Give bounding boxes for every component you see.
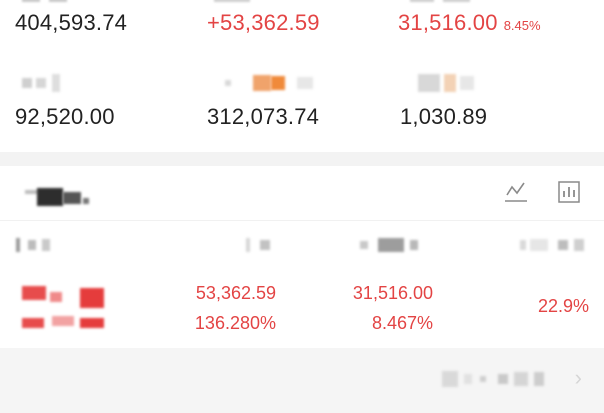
account-summary: 404,593.74 +53,362.59 31,516.00 8.45% 92,… [0, 0, 604, 152]
line-chart-icon[interactable] [503, 179, 529, 205]
market-value: 92,520.00 [15, 104, 115, 129]
holding-profit-pct: 136.280% [194, 313, 276, 333]
obscured-label [225, 74, 315, 94]
holding-value: 312,073.74 [207, 104, 320, 129]
today-profit-pct: 8.45% [503, 18, 541, 33]
available-cash-value: 1,030.89 [400, 104, 488, 129]
obscured-column-header [246, 236, 282, 252]
obscured-label [22, 0, 82, 2]
section-divider [0, 152, 604, 166]
obscured-label [418, 74, 498, 94]
chevron-right-icon[interactable]: › [575, 365, 582, 391]
obscured-label [214, 0, 250, 2]
holding-today-pct: 8.467% [371, 313, 433, 333]
holding-profit-value: 53,362.59 [195, 283, 276, 303]
holding-position-ratio: 22.9% [537, 296, 589, 316]
obscured-column-header [520, 236, 604, 252]
obscured-column-header [16, 236, 56, 252]
today-profit: 31,516.00 8.45% [398, 10, 541, 36]
obscured-label [22, 74, 74, 94]
holding-row[interactable] [22, 286, 106, 332]
obscured-link-text [442, 370, 572, 390]
today-profit-value: 31,516.00 [398, 10, 498, 35]
bar-chart-icon[interactable] [556, 179, 582, 205]
obscured-column-header [360, 236, 432, 252]
obscured-section-title [25, 184, 89, 206]
total-assets-value: 404,593.74 [15, 10, 128, 35]
total-profit-value: +53,362.59 [207, 10, 320, 35]
obscured-label [410, 0, 470, 2]
row-divider [0, 220, 604, 221]
holding-today-value: 31,516.00 [352, 283, 433, 303]
